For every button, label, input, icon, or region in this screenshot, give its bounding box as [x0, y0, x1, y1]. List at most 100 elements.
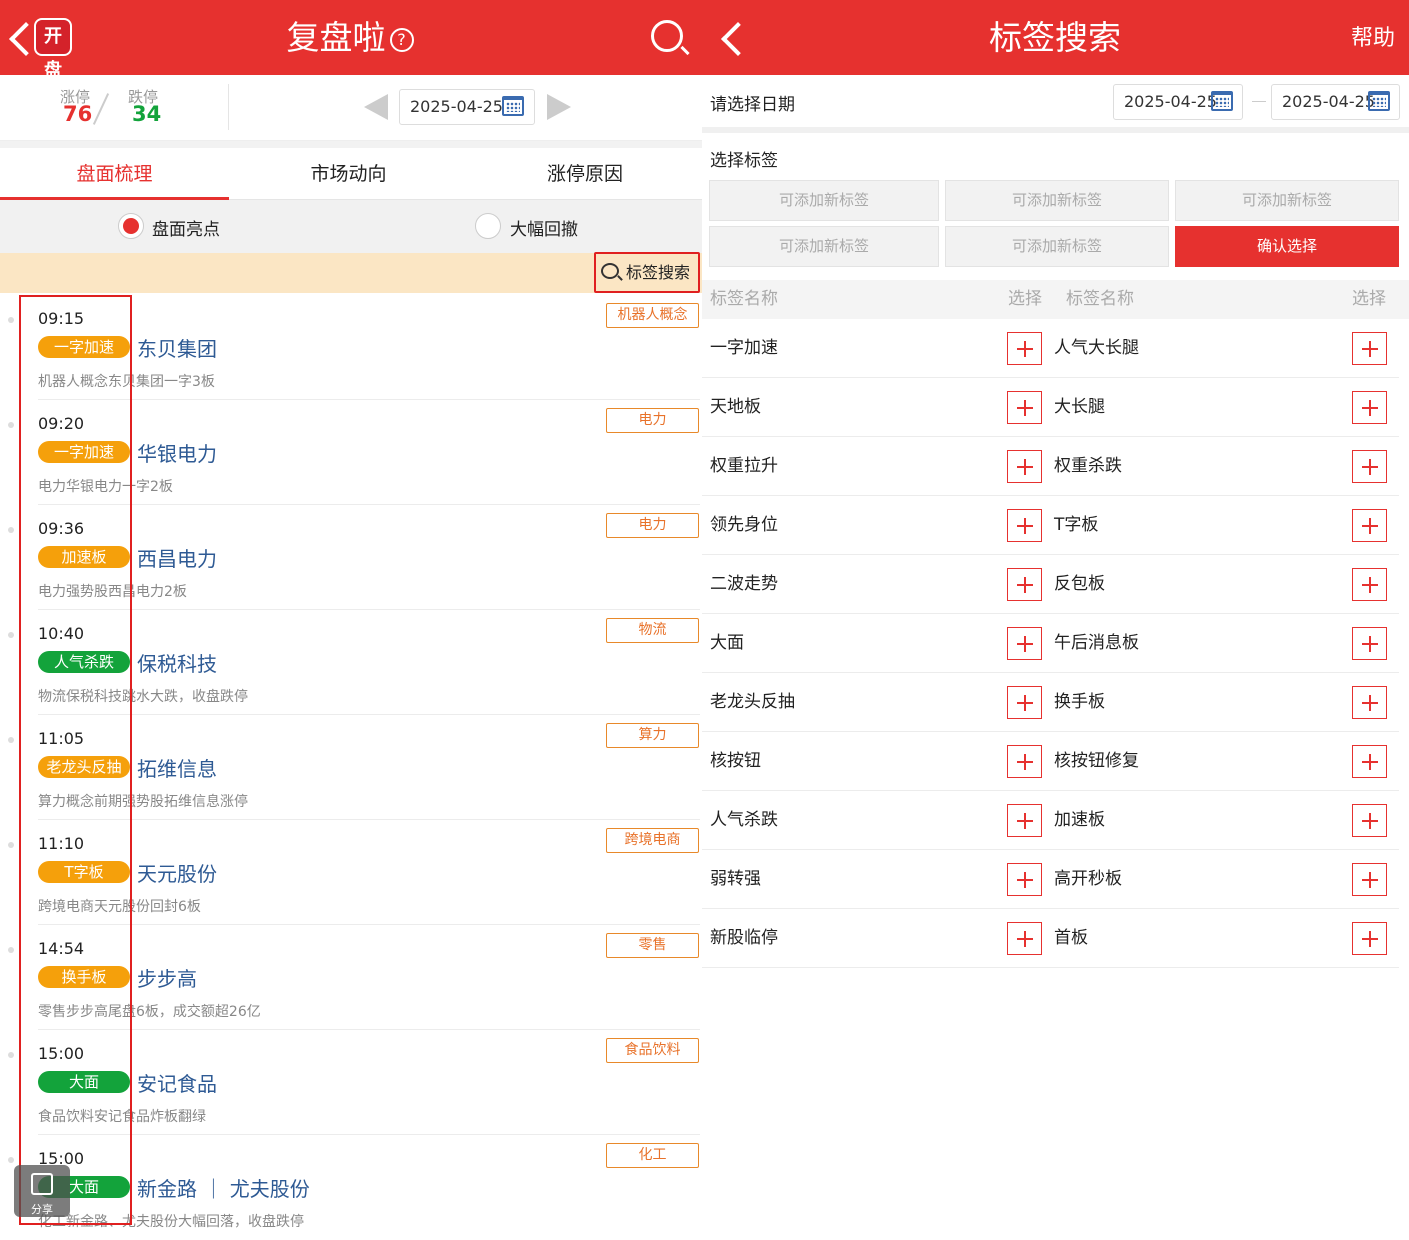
radio-highlights[interactable]	[118, 213, 144, 239]
next-date-icon[interactable]	[547, 94, 571, 120]
select-tags-label: 选择标签	[710, 151, 778, 171]
end-date-value: 2025-04-25	[1282, 92, 1375, 111]
timeline-dot	[8, 317, 14, 323]
share-icon	[31, 1173, 53, 1195]
tag-search-label: 标签搜索	[626, 263, 691, 282]
event-separator	[38, 399, 700, 400]
tag-slot-5[interactable]: 可添加新标签	[945, 226, 1169, 267]
tab-market-review[interactable]: 盘面梳理	[0, 148, 229, 200]
date-range-label: 请选择日期	[710, 95, 795, 115]
tag-name: 核按钮	[710, 751, 761, 771]
tag-name: 新股临停	[710, 928, 778, 948]
add-tag-plus-icon[interactable]	[1352, 804, 1387, 837]
timeline-dot	[8, 422, 14, 428]
add-tag-plus-icon[interactable]	[1352, 568, 1387, 601]
limit-down-count[interactable]: 34	[132, 102, 161, 126]
tag-name: 弱转强	[710, 869, 761, 889]
radio-highlights-label[interactable]: 盘面亮点	[152, 215, 220, 240]
event-stock-link[interactable]: 保税科技	[137, 648, 217, 677]
event-category-tag[interactable]: 算力	[606, 723, 699, 748]
share-button[interactable]: 分享	[14, 1165, 70, 1217]
prev-date-icon[interactable]	[364, 94, 388, 120]
highlight-frame	[19, 295, 132, 1225]
tag-name: 大长腿	[1054, 397, 1105, 417]
tag-name: 首板	[1054, 928, 1088, 948]
tag-name: 权重拉升	[710, 456, 778, 476]
event-separator	[38, 1029, 700, 1030]
tag-name: 反包板	[1054, 574, 1105, 594]
add-tag-plus-icon[interactable]	[1007, 568, 1042, 601]
event-stock-link[interactable]: 西昌电力	[137, 543, 217, 572]
tag-slot-2[interactable]: 可添加新标签	[945, 180, 1169, 221]
tag-name: 人气杀跌	[710, 810, 778, 830]
event-category-tag[interactable]: 跨境电商	[606, 828, 699, 853]
back-icon[interactable]	[721, 22, 755, 56]
tab-limit-reason[interactable]: 涨停原因	[468, 148, 702, 200]
tag-name: 二波走势	[710, 574, 778, 594]
add-tag-plus-icon[interactable]	[1352, 745, 1387, 778]
add-tag-plus-icon[interactable]	[1352, 332, 1387, 365]
add-tag-plus-icon[interactable]	[1007, 391, 1042, 424]
add-tag-plus-icon[interactable]	[1007, 804, 1042, 837]
start-date-picker[interactable]: 2025-04-25	[1113, 84, 1243, 120]
event-category-tag[interactable]: 电力	[606, 513, 699, 538]
event-category-tag[interactable]: 机器人概念	[606, 303, 699, 328]
add-tag-plus-icon[interactable]	[1352, 686, 1387, 719]
page-title: 复盘啦?	[250, 0, 450, 75]
stats-separator	[228, 84, 229, 130]
add-tag-plus-icon[interactable]	[1352, 391, 1387, 424]
add-tag-plus-icon[interactable]	[1007, 745, 1042, 778]
event-stock-link[interactable]: 拓维信息	[137, 753, 217, 782]
tag-slot-3[interactable]: 可添加新标签	[1175, 180, 1399, 221]
event-stock-link[interactable]: 华银电力	[137, 438, 217, 467]
timeline-dot	[8, 1157, 14, 1163]
event-category-tag[interactable]: 电力	[606, 408, 699, 433]
tag-name: T字板	[1054, 515, 1099, 535]
date-picker[interactable]: 2025-04-25	[399, 89, 535, 125]
event-stock-link[interactable]: 新金路 ｜ 尤夫股份	[137, 1173, 310, 1202]
calendar-icon	[1368, 91, 1390, 111]
add-tag-plus-icon[interactable]	[1007, 922, 1042, 955]
tag-search-header: 标签搜索 帮助	[702, 0, 1409, 75]
event-stock-link[interactable]: 步步高	[137, 963, 197, 992]
help-link[interactable]: 帮助	[1351, 0, 1395, 75]
confirm-selection-button[interactable]: 确认选择	[1175, 226, 1399, 267]
add-tag-plus-icon[interactable]	[1007, 332, 1042, 365]
add-tag-plus-icon[interactable]	[1007, 450, 1042, 483]
add-tag-plus-icon[interactable]	[1352, 922, 1387, 955]
event-separator	[38, 609, 700, 610]
tab-market-trend[interactable]: 市场动向	[229, 148, 468, 200]
timeline-dot	[8, 947, 14, 953]
radio-drawdown[interactable]	[475, 213, 501, 239]
end-date-picker[interactable]: 2025-04-25	[1271, 84, 1400, 120]
search-icon[interactable]	[651, 20, 683, 52]
event-category-tag[interactable]: 物流	[606, 618, 699, 643]
add-tag-plus-icon[interactable]	[1352, 863, 1387, 896]
radio-drawdown-label[interactable]: 大幅回撤	[510, 215, 578, 240]
event-stock-link[interactable]: 天元股份	[137, 858, 217, 887]
tag-slot-1[interactable]: 可添加新标签	[709, 180, 939, 221]
event-category-tag[interactable]: 化工	[606, 1143, 699, 1168]
tag-name: 人气大长腿	[1054, 338, 1139, 358]
add-tag-plus-icon[interactable]	[1352, 509, 1387, 542]
tag-search-button[interactable]: 标签搜索	[594, 252, 700, 293]
event-stock-link[interactable]: 安记食品	[137, 1068, 217, 1097]
add-tag-plus-icon[interactable]	[1007, 627, 1042, 660]
tag-list-row: 新股临停 首板	[702, 909, 1399, 968]
page-title-text: 复盘啦	[286, 18, 386, 57]
limit-up-count[interactable]: 76	[63, 102, 92, 126]
add-tag-plus-icon[interactable]	[1007, 686, 1042, 719]
event-category-tag[interactable]: 食品饮料	[606, 1038, 699, 1063]
add-tag-plus-icon[interactable]	[1352, 627, 1387, 660]
add-tag-plus-icon[interactable]	[1007, 863, 1042, 896]
add-tag-plus-icon[interactable]	[1007, 509, 1042, 542]
event-separator	[38, 504, 700, 505]
tag-name: 老龙头反抽	[710, 692, 795, 712]
add-tag-plus-icon[interactable]	[1352, 450, 1387, 483]
tag-slot-4[interactable]: 可添加新标签	[709, 226, 939, 267]
help-icon[interactable]: ?	[389, 27, 414, 52]
event-stock-link[interactable]: 东贝集团	[137, 333, 217, 362]
share-label: 分享	[31, 1203, 53, 1216]
left-panel: 开盘 复盘啦? 涨停 76 跌停 34 2025-04-25 盘面梳理 市场动向…	[0, 0, 702, 1240]
event-category-tag[interactable]: 零售	[606, 933, 699, 958]
